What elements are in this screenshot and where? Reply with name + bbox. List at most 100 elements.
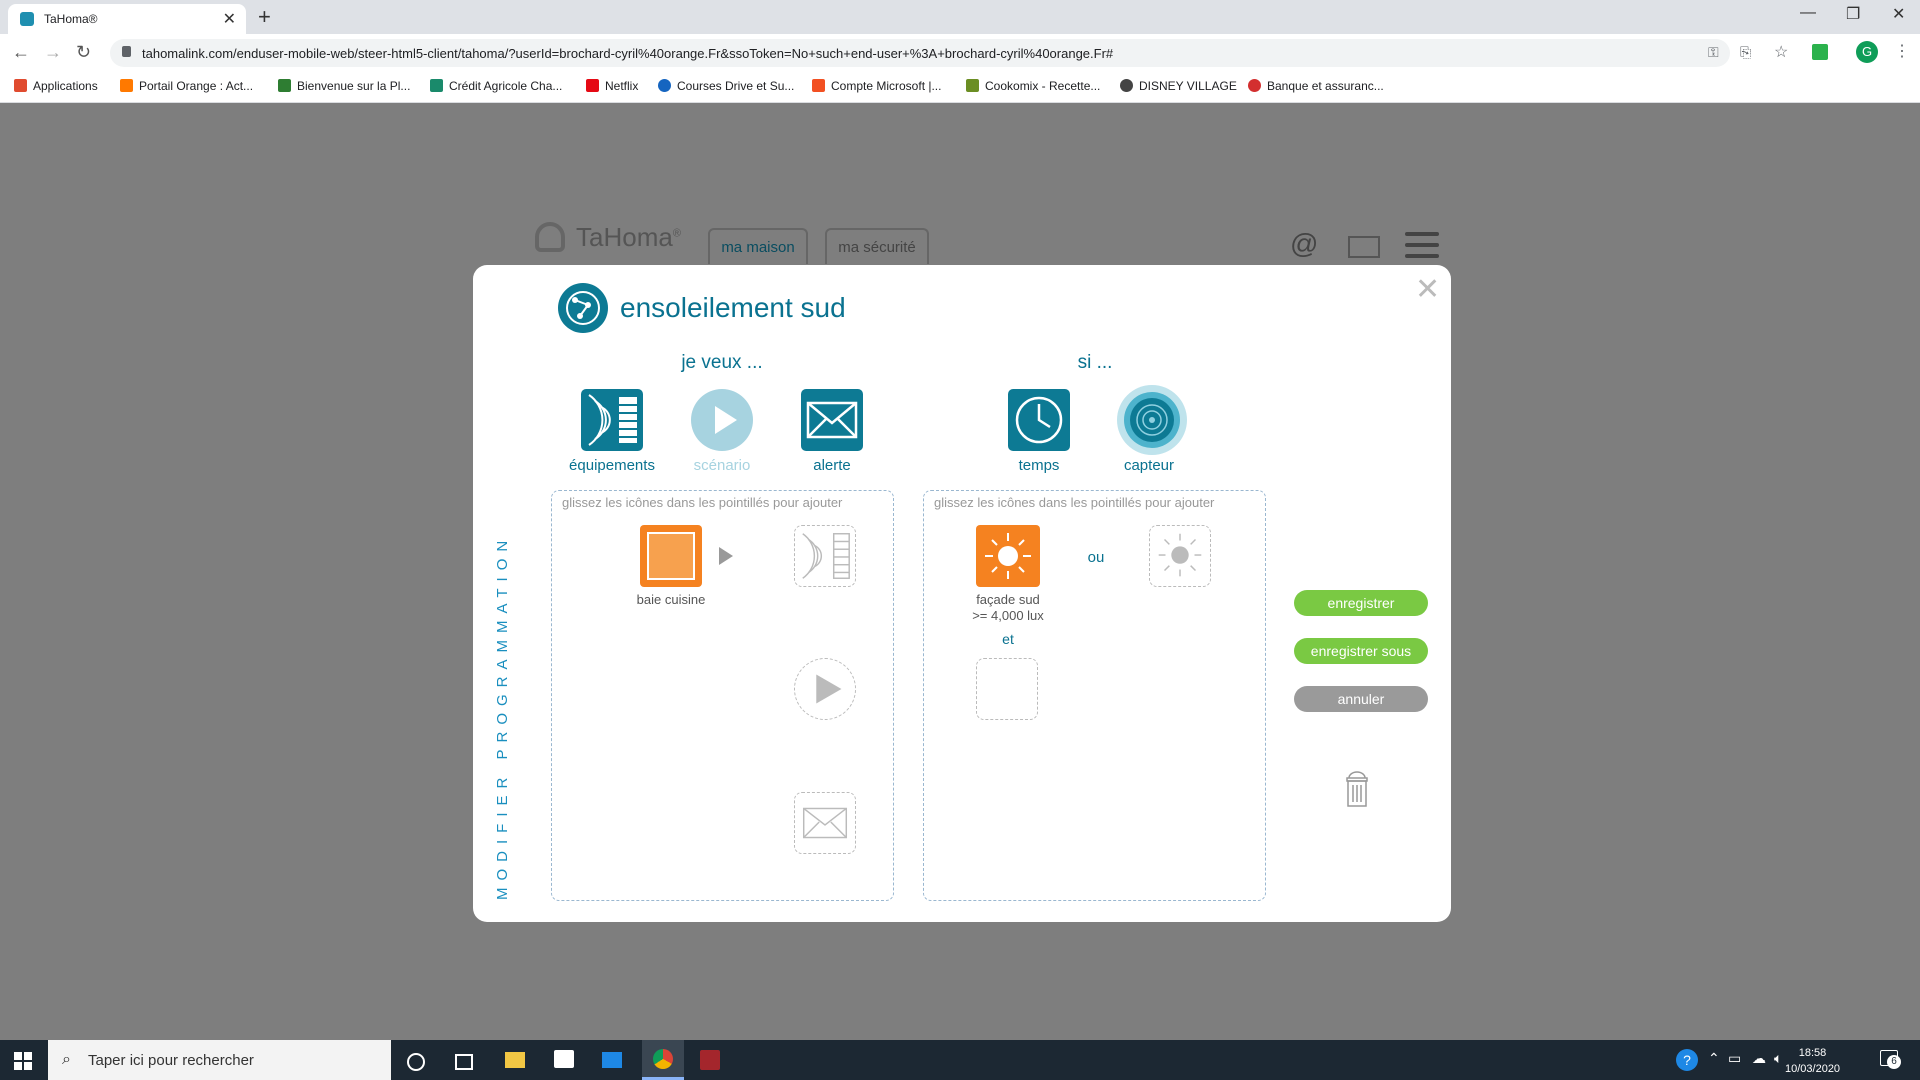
notifications-icon[interactable]: 6 xyxy=(1880,1050,1901,1069)
apps-grid-icon xyxy=(14,79,27,92)
time-label: temps xyxy=(1018,457,1060,474)
account-at-icon[interactable]: @ xyxy=(1290,228,1318,260)
alert-tool[interactable] xyxy=(801,389,863,451)
baie-cuisine-device[interactable] xyxy=(640,525,702,587)
modal-title: ensoleilement sud xyxy=(620,292,846,323)
orange-icon xyxy=(120,79,133,92)
clock-icon xyxy=(1015,396,1063,444)
time-tool[interactable] xyxy=(1008,389,1070,451)
restore-icon[interactable]: ❐ xyxy=(1846,4,1860,24)
window-close-icon[interactable]: ✕ xyxy=(1892,4,1905,24)
bookmark-item[interactable]: Cookomix - Recette... xyxy=(966,79,1100,93)
taskbar-clock[interactable]: 18:58 10/03/2020 xyxy=(1785,1045,1840,1077)
play-icon xyxy=(691,389,753,451)
equipment-tool[interactable] xyxy=(581,389,643,451)
sun-placeholder-icon xyxy=(1158,533,1202,577)
bookmark-item[interactable]: Applications xyxy=(14,79,98,93)
want-section-title: je veux ... xyxy=(681,352,763,373)
sensor-tool[interactable] xyxy=(1117,385,1187,455)
minimize-icon[interactable]: — xyxy=(1800,4,1816,22)
window-bay-icon xyxy=(647,532,695,580)
bookmark-item[interactable]: Courses Drive et Su... xyxy=(658,79,794,93)
address-bar[interactable]: tahomalink.com/enduser-mobile-web/steer-… xyxy=(110,39,1730,67)
key-icon[interactable]: ⚿ xyxy=(1708,44,1719,61)
network-icon[interactable]: ▭ xyxy=(1728,1050,1741,1067)
bookmark-item[interactable]: Portail Orange : Act... xyxy=(120,79,253,93)
tray-chevron-up-icon[interactable]: ⌃ xyxy=(1708,1050,1720,1067)
translate-icon[interactable]: ⎘ xyxy=(1740,44,1751,61)
clock-date: 10/03/2020 xyxy=(1785,1063,1841,1075)
clock-time: 18:58 xyxy=(1798,1047,1827,1059)
forward-icon[interactable]: → xyxy=(44,42,62,63)
bookmark-item[interactable]: Netflix xyxy=(586,79,638,93)
bookmark-favicon-icon xyxy=(1248,79,1261,92)
equipment-label: équipements xyxy=(569,457,655,474)
browser-tab[interactable]: TaHoma® ✕ xyxy=(8,4,246,34)
scenario-tool[interactable] xyxy=(691,389,753,451)
hamburger-menu-icon[interactable] xyxy=(1405,232,1439,265)
onedrive-icon[interactable]: ☁ xyxy=(1752,1050,1766,1067)
if-section-title: si ... xyxy=(1077,352,1113,373)
modal-close-icon[interactable]: ✕ xyxy=(1415,272,1440,307)
cancel-button[interactable]: annuler xyxy=(1294,686,1428,712)
store-icon[interactable] xyxy=(554,1050,574,1068)
task-view-icon[interactable] xyxy=(455,1054,473,1070)
microsoft-icon xyxy=(812,79,825,92)
browser-tab-bar xyxy=(0,0,1920,34)
tab-title: TaHoma® xyxy=(44,12,98,26)
play-placeholder-icon xyxy=(816,674,842,704)
volume-icon[interactable]: 🔈︎ xyxy=(1774,1050,1782,1067)
trash-icon[interactable] xyxy=(1345,770,1368,807)
equipment-slot[interactable] xyxy=(794,525,856,587)
bookmark-item[interactable]: Bienvenue sur la Pl... xyxy=(278,79,410,93)
arrow-right-icon xyxy=(719,547,733,565)
tab-ma-maison[interactable]: ma maison xyxy=(708,228,808,264)
brand-logo: TaHoma® xyxy=(576,222,681,252)
help-icon[interactable]: ? xyxy=(1676,1049,1698,1071)
file-explorer-icon[interactable] xyxy=(505,1052,525,1068)
save-as-button[interactable]: enregistrer sous xyxy=(1294,638,1428,664)
sensor-and-slot[interactable] xyxy=(976,658,1038,720)
equipment-placeholder-icon xyxy=(802,533,850,579)
equipment-icon xyxy=(588,394,637,446)
star-icon[interactable]: ☆ xyxy=(1774,42,1788,62)
or-label: ou xyxy=(1087,549,1105,566)
cortana-icon[interactable] xyxy=(407,1053,425,1071)
bookmark-favicon-icon xyxy=(658,79,671,92)
and-label: et xyxy=(1002,631,1014,647)
alert-label: alerte xyxy=(813,457,851,474)
taskbar-search-input[interactable]: ⌕ Taper ici pour rechercher xyxy=(48,1040,391,1080)
baie-cuisine-label: baie cuisine xyxy=(636,592,706,607)
back-icon[interactable]: ← xyxy=(12,42,30,63)
search-icon: ⌕ xyxy=(62,1051,71,1068)
notification-count: 6 xyxy=(1887,1055,1901,1069)
windows-start-icon[interactable] xyxy=(14,1052,32,1070)
netflix-icon xyxy=(586,79,599,92)
save-button[interactable]: enregistrer xyxy=(1294,590,1428,616)
scenario-slot[interactable] xyxy=(794,658,856,720)
new-tab-icon[interactable]: + xyxy=(258,4,271,30)
mail-app-icon[interactable] xyxy=(602,1052,622,1068)
menu-kebab-icon[interactable]: ⋮ xyxy=(1894,41,1910,61)
extension-check-icon[interactable] xyxy=(1812,44,1828,60)
tab-ma-securite[interactable]: ma sécurité xyxy=(825,228,929,264)
sun-icon xyxy=(985,533,1031,579)
scenario-network-icon xyxy=(558,283,608,333)
access-icon[interactable] xyxy=(700,1050,720,1070)
alert-slot[interactable] xyxy=(794,792,856,854)
tab-close-icon[interactable]: ✕ xyxy=(223,9,236,29)
facade-sud-sensor[interactable] xyxy=(976,525,1040,587)
reload-icon[interactable]: ↻ xyxy=(76,42,91,63)
bookmark-item[interactable]: Compte Microsoft |... xyxy=(812,79,941,93)
profile-avatar[interactable]: G xyxy=(1856,41,1878,63)
chrome-taskbar-button[interactable] xyxy=(642,1040,684,1080)
messages-icon[interactable] xyxy=(1348,236,1380,258)
bookmark-item[interactable]: Crédit Agricole Cha... xyxy=(430,79,562,93)
bookmark-item[interactable]: DISNEY VILLAGE xyxy=(1120,79,1237,93)
bookmark-item[interactable]: Banque et assuranc... xyxy=(1248,79,1384,93)
sensor-threshold-value: >= 4,000 lux xyxy=(972,608,1044,623)
bookmark-favicon-icon xyxy=(278,79,291,92)
sensor-or-slot[interactable] xyxy=(1149,525,1211,587)
facade-sud-label: façade sud xyxy=(976,592,1040,607)
globe-icon xyxy=(1120,79,1133,92)
